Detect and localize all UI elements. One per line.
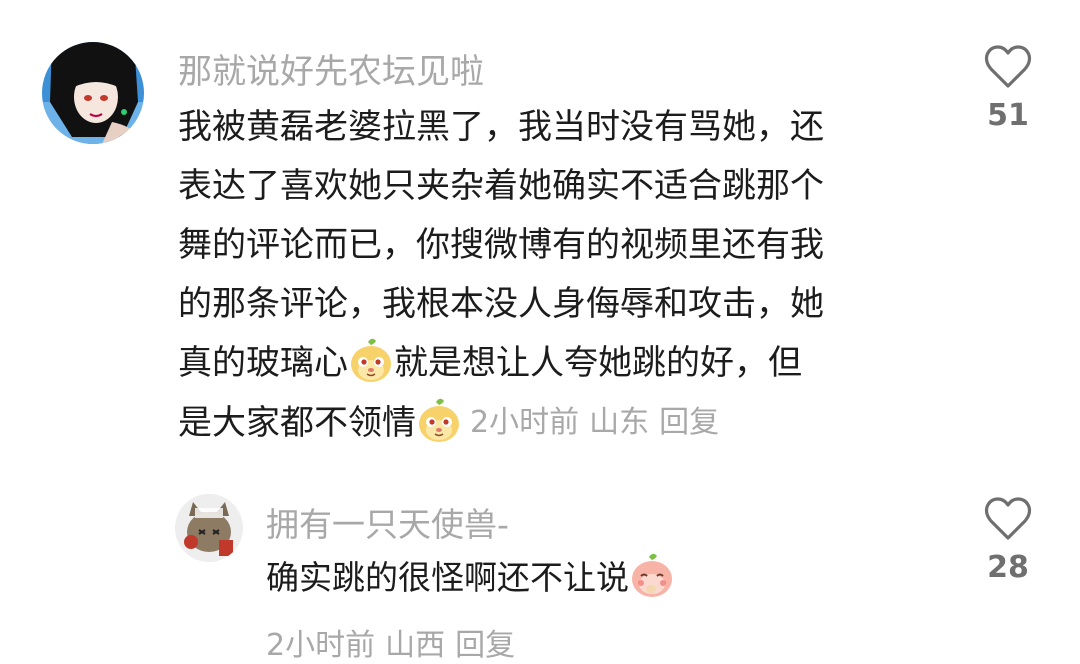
comment-reply-item: 拥有一只天使兽- 确实跳的很怪啊还不让说 2小时前 山西 回复 28 <box>0 470 1080 663</box>
comment-text: 我被黄磊老婆拉黑了，我当时没有骂她，还 表达了喜欢她只夹杂着她确实不适合跳那个 … <box>178 98 824 452</box>
avatar-image <box>175 494 243 562</box>
heart-icon[interactable] <box>983 44 1033 90</box>
reply-button[interactable]: 回复 <box>455 628 515 663</box>
comment-text: 确实跳的很怪啊还不让说 <box>266 548 675 607</box>
comment-item: 那就说好先农坛见啦 我被黄磊老婆拉黑了，我当时没有骂她，还 表达了喜欢她只夹杂着… <box>0 0 1080 470</box>
comment-time: 2小时前 <box>470 405 580 440</box>
comment-meta: 2小时前 山东 回复 <box>470 405 729 440</box>
reply-button[interactable]: 回复 <box>659 405 719 440</box>
comment-location: 山西 <box>385 628 446 663</box>
comment-line: 确实跳的很怪啊还不让说 <box>266 548 675 607</box>
comment-text-segment: 真的玻璃心 <box>178 343 348 383</box>
comment-line: 表达了喜欢她只夹杂着她确实不适合跳那个 <box>178 166 824 206</box>
like-count: 28 <box>987 550 1029 585</box>
avatar-image <box>42 42 144 144</box>
comment-text-segment: 就是想让人夸她跳的好，但 <box>394 343 802 383</box>
comment-username[interactable]: 拥有一只天使兽- <box>266 498 509 546</box>
comment-time: 2小时前 <box>266 628 376 663</box>
comment-line: 是大家都不领情 2小时前 山东 回复 <box>178 393 824 452</box>
comment-username[interactable]: 那就说好先农坛见啦 <box>178 44 484 93</box>
comment-line: 我被黄磊老婆拉黑了，我当时没有骂她，还 <box>178 107 824 147</box>
comment-text-segment: 确实跳的很怪啊还不让说 <box>266 558 629 597</box>
comment-meta: 2小时前 山西 回复 <box>266 620 515 664</box>
comment-line: 舞的评论而已，你搜微博有的视频里还有我 <box>178 225 824 265</box>
avatar[interactable] <box>42 42 144 144</box>
like-button[interactable]: 51 <box>963 44 1053 133</box>
cheeky-face-sticker-icon <box>416 396 462 463</box>
heart-icon[interactable] <box>983 496 1033 542</box>
avatar[interactable] <box>175 494 243 562</box>
comment-text-segment: 是大家都不领情 <box>178 403 416 443</box>
like-button[interactable]: 28 <box>963 496 1053 585</box>
comment-line: 真的玻璃心 就是想让人夸她跳的好，但 <box>178 334 824 393</box>
comment-line: 的那条评论，我根本没人身侮辱和攻击，她 <box>178 284 824 324</box>
comment-location: 山东 <box>589 405 650 440</box>
shy-face-sticker-icon <box>629 551 675 617</box>
like-count: 51 <box>987 98 1029 133</box>
